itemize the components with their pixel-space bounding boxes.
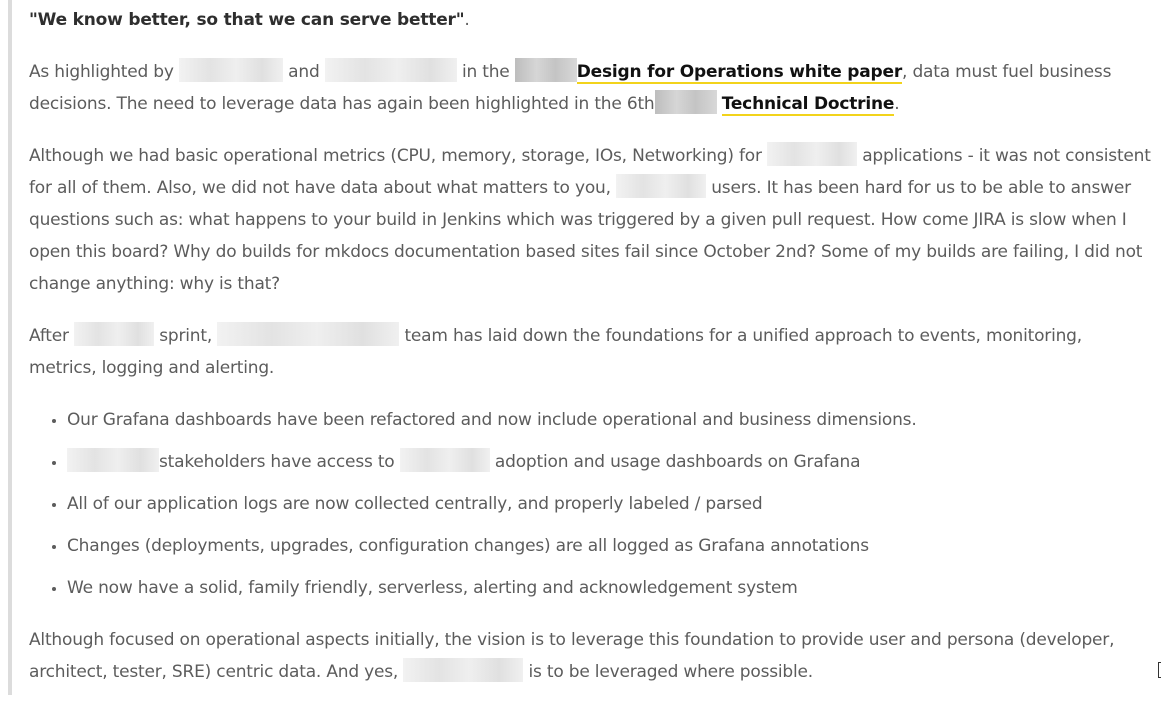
text-span: in the	[456, 62, 515, 82]
paragraph-metrics: Although we had basic operational metric…	[29, 140, 1154, 300]
redacted-text	[514, 58, 577, 82]
list-item-text: Changes (deployments, upgrades, configur…	[67, 536, 869, 556]
redacted-text	[403, 658, 524, 682]
lead-quote: "We know better, so that we can serve be…	[29, 4, 1154, 36]
text-cursor-icon	[1158, 662, 1161, 678]
redacted-text	[616, 174, 707, 198]
list-item-text: stakeholders have access to	[159, 452, 400, 472]
redacted-text	[399, 448, 490, 472]
paragraph-sprint: After sprint, team has laid down the fou…	[29, 320, 1154, 384]
redacted-text	[654, 90, 717, 114]
blockquote-border	[8, 0, 12, 695]
list-item: Changes (deployments, upgrades, configur…	[67, 530, 1154, 562]
list-item-text: All of our application logs are now coll…	[67, 494, 763, 514]
redacted-text	[324, 58, 457, 82]
text-span: is to be leveraged where possible.	[523, 662, 814, 682]
text-span: As highlighted by	[29, 62, 179, 82]
redacted-text	[67, 448, 159, 472]
list-item: We now have a solid, family friendly, se…	[67, 572, 1154, 604]
paragraph-intro: As highlighted by and in the Design for …	[29, 56, 1154, 120]
text-span: After	[29, 326, 75, 346]
text-span: sprint,	[154, 326, 218, 346]
list-item-text: adoption and usage dashboards on Grafana	[489, 452, 861, 472]
list-item: stakeholders have access to adoption and…	[67, 446, 1154, 478]
lead-quote-text: "We know better, so that we can serve be…	[29, 10, 465, 30]
text-span: .	[894, 94, 900, 114]
design-for-operations-link[interactable]: Design for Operations white paper	[576, 62, 902, 84]
technical-doctrine-link[interactable]: Technical Doctrine	[721, 94, 894, 116]
list-item-text: Our Grafana dashboards have been refacto…	[67, 410, 917, 430]
redacted-text	[217, 322, 400, 346]
list-item: All of our application logs are now coll…	[67, 488, 1154, 520]
redacted-text	[178, 58, 283, 82]
text-span: Although we had basic operational metric…	[29, 146, 767, 166]
text-span: and	[282, 62, 325, 82]
achievements-list: Our Grafana dashboards have been refacto…	[29, 404, 1154, 604]
article-body: "We know better, so that we can serve be…	[29, 0, 1154, 708]
redacted-text	[766, 142, 857, 166]
paragraph-vision: Although focused on operational aspects …	[29, 624, 1154, 688]
list-item-text: We now have a solid, family friendly, se…	[67, 578, 798, 598]
lead-quote-period: .	[464, 10, 470, 30]
list-item: Our Grafana dashboards have been refacto…	[67, 404, 1154, 436]
redacted-text	[74, 322, 155, 346]
